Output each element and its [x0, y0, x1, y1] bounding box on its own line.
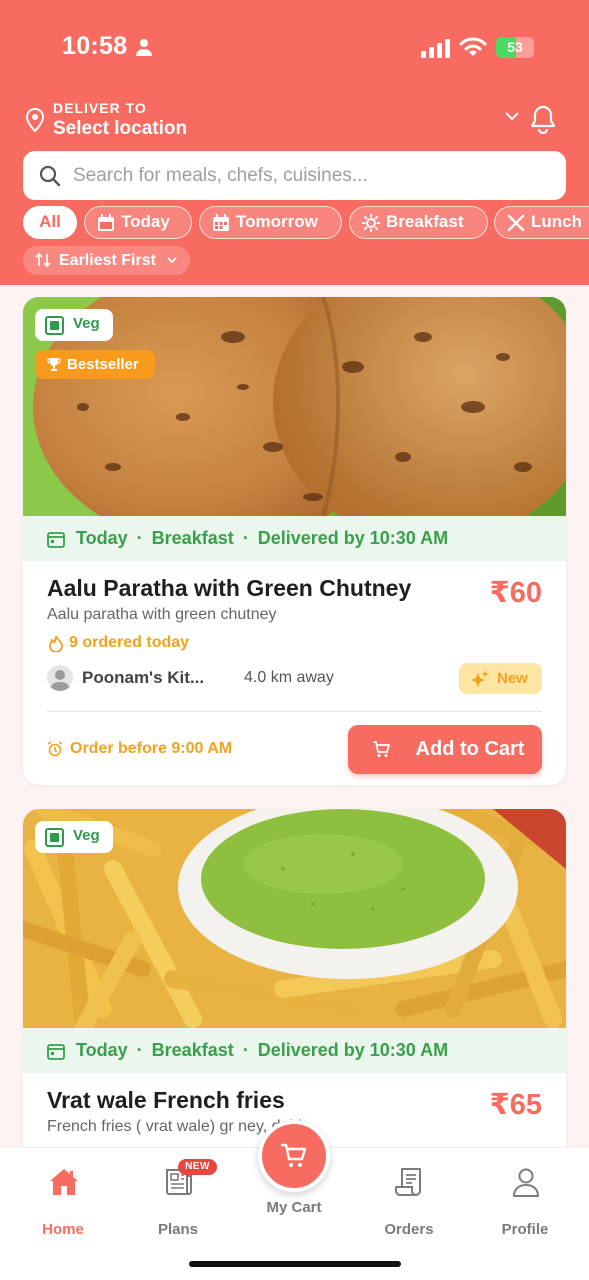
chef-avatar — [47, 665, 73, 691]
dish-price: ₹60 — [489, 577, 542, 609]
nav-orders[interactable]: Orders — [364, 1166, 454, 1238]
bestseller-badge: Bestseller — [35, 350, 155, 379]
filter-chip-label: Lunch — [531, 212, 582, 231]
new-badge: New — [459, 663, 542, 694]
chef-row[interactable]: Poonam's Kit... 4.0 km away New — [47, 663, 542, 694]
dish-title: Vrat wale French fries — [47, 1087, 285, 1113]
veg-label: Veg — [73, 827, 100, 844]
plans-new-badge: NEW — [178, 1159, 217, 1175]
search-input[interactable] — [73, 151, 553, 200]
sort-label: Earliest First — [59, 252, 156, 269]
meal-card[interactable]: Veg Today · Breakfast · Delivered by 10:30 A… — [23, 809, 566, 1169]
calendar-icon — [98, 214, 114, 231]
filter-chips: All Today Tomorrow Breakfast Lunch — [23, 206, 589, 240]
add-to-cart-label: Add to Cart — [415, 738, 525, 760]
calendar-icon — [47, 1044, 65, 1060]
sun-icon — [362, 214, 380, 232]
signal-icon — [421, 39, 450, 58]
nav-profile[interactable]: Profile — [480, 1166, 570, 1238]
calendar-grid-icon — [213, 214, 229, 231]
food-image: Veg — [23, 809, 566, 1028]
filter-chip-breakfast[interactable]: Breakfast — [349, 206, 488, 239]
filter-chip-tomorrow[interactable]: Tomorrow — [199, 206, 342, 239]
search-bar[interactable] — [23, 151, 566, 200]
battery-percent: 53 — [507, 39, 523, 55]
dish-description: Aalu paratha with green chutney — [47, 606, 277, 623]
filter-chip-lunch[interactable]: Lunch — [494, 206, 589, 239]
dish-price: ₹65 — [489, 1089, 542, 1121]
veg-symbol-icon — [45, 828, 64, 847]
filter-chip-all[interactable]: All — [23, 206, 77, 239]
location-value[interactable]: Select location — [53, 118, 187, 140]
battery-indicator: 53 — [496, 37, 534, 58]
filter-chip-label: All — [39, 212, 61, 231]
trophy-icon — [47, 358, 61, 371]
nav-label: Home — [42, 1221, 84, 1238]
dish-description: French fries ( vrat wale) gr ney, dahi — [47, 1118, 302, 1135]
filter-chip-label: Tomorrow — [236, 212, 318, 231]
order-deadline: Order before 9:00 AM — [47, 740, 232, 758]
delivery-info-strip: Today · Breakfast · Delivered by 10:30 AM — [23, 1028, 566, 1073]
home-icon — [50, 1169, 78, 1195]
notification-bell-icon[interactable] — [529, 104, 557, 134]
chef-distance: 4.0 km away — [244, 669, 334, 686]
location-selector[interactable]: DELIVER TO Select location — [24, 100, 564, 140]
bestseller-label: Bestseller — [67, 356, 139, 373]
calendar-icon — [47, 532, 65, 548]
order-deadline-text: Order before 9:00 AM — [70, 740, 233, 757]
person-icon — [136, 39, 152, 56]
my-cart-button[interactable] — [258, 1120, 330, 1192]
home-indicator[interactable] — [189, 1261, 401, 1267]
dish-title: Aalu Paratha with Green Chutney — [47, 575, 412, 601]
chef-name: Poonam's Kit... — [82, 668, 205, 687]
order-count: 9 ordered today — [47, 634, 189, 652]
wifi-icon — [459, 37, 487, 56]
nav-home[interactable]: Home — [18, 1166, 108, 1238]
chevron-down-icon[interactable] — [505, 111, 519, 121]
app-header: 10:58 53 DELIVER TO Select location All … — [0, 0, 589, 285]
divider — [47, 711, 542, 712]
delivery-time: Delivered by 10:30 AM — [257, 1040, 449, 1060]
status-time: 10:58 — [62, 32, 128, 60]
sparkle-icon — [471, 670, 489, 687]
delivery-day: Today — [76, 528, 128, 548]
alarm-clock-icon — [47, 741, 63, 757]
chevron-down-icon — [167, 257, 177, 264]
user-icon — [513, 1168, 539, 1197]
sort-icon — [35, 252, 51, 268]
nav-label: Profile — [501, 1221, 549, 1238]
meal-type: Breakfast — [151, 528, 234, 548]
veg-symbol-icon — [45, 316, 64, 335]
new-label: New — [497, 670, 528, 687]
cart-icon — [280, 1143, 307, 1167]
veg-badge: Veg — [35, 309, 113, 341]
deliver-to-label: DELIVER TO — [53, 100, 147, 116]
receipt-icon — [395, 1168, 421, 1196]
delivery-day: Today — [76, 1040, 128, 1060]
nav-label: Plans — [157, 1221, 199, 1238]
meal-type: Breakfast — [151, 1040, 234, 1060]
filter-chip-label: Breakfast — [386, 212, 464, 231]
fire-icon — [49, 635, 63, 652]
sort-dropdown[interactable]: Earliest First — [23, 246, 190, 275]
food-image: Veg Bestseller — [23, 297, 566, 516]
fork-knife-icon — [507, 214, 525, 232]
search-icon — [39, 165, 61, 187]
meal-card[interactable]: Veg Bestseller Today · Breakfast · Delivered… — [23, 297, 566, 785]
nav-label: Orders — [384, 1221, 434, 1238]
status-bar: 10:58 53 — [0, 30, 589, 66]
order-count-text: 9 ordered today — [69, 634, 190, 651]
filter-chip-label: Today — [121, 212, 170, 231]
nav-plans[interactable]: Plans — [133, 1166, 223, 1238]
add-to-cart-button[interactable]: Add to Cart — [348, 725, 542, 774]
delivery-time: Delivered by 10:30 AM — [257, 528, 449, 548]
my-cart-label[interactable]: My Cart — [244, 1199, 344, 1216]
filter-chip-today[interactable]: Today — [84, 206, 192, 239]
cart-icon — [373, 741, 390, 757]
delivery-info-strip: Today · Breakfast · Delivered by 10:30 AM — [23, 516, 566, 561]
veg-label: Veg — [73, 315, 100, 332]
veg-badge: Veg — [35, 821, 113, 853]
location-pin-icon — [26, 108, 44, 132]
